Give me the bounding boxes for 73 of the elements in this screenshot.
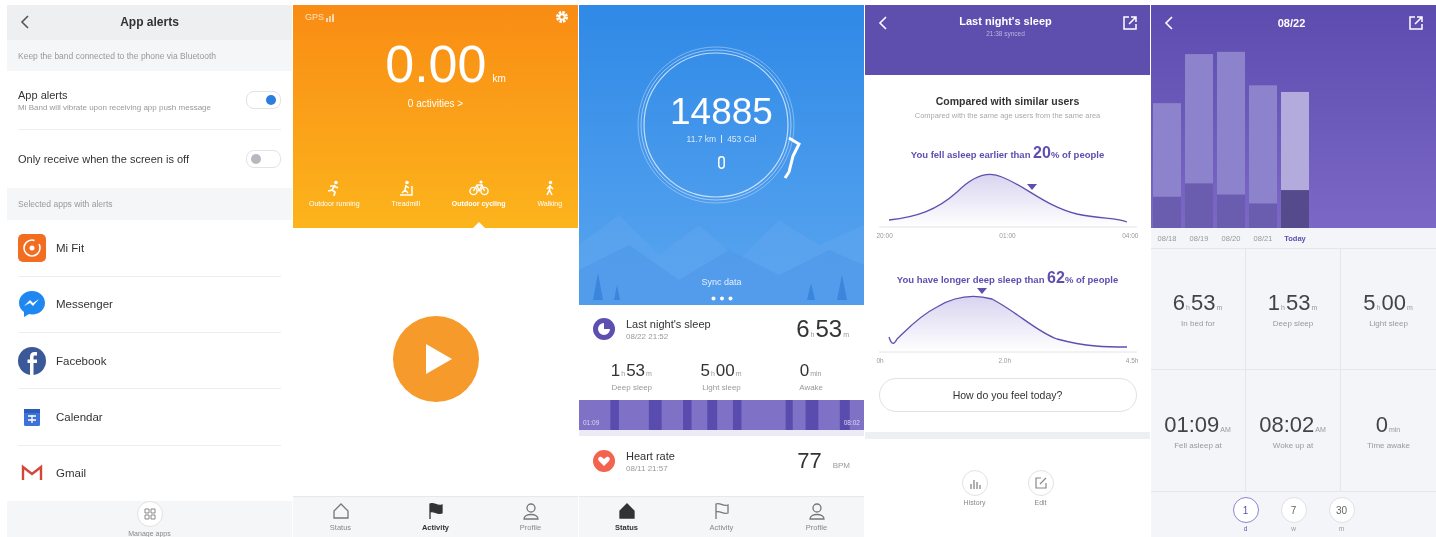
feedback-button[interactable]: How do you feel today?: [878, 378, 1137, 412]
distance-value: 0.00: [385, 38, 487, 90]
back-icon[interactable]: [19, 14, 31, 31]
selection-pointer: [472, 222, 485, 228]
back-icon[interactable]: [877, 15, 889, 31]
comparison-text: You have longer deep sleep than 62% of people: [896, 269, 1119, 287]
card-title: Last night's sleep: [626, 317, 711, 330]
toggle-switch[interactable]: [246, 150, 281, 169]
app-list-item[interactable]: Facebook: [18, 332, 281, 390]
app-list-item[interactable]: Mi Fit: [18, 220, 281, 277]
share-icon[interactable]: [1122, 15, 1138, 31]
step-count: 14885: [670, 93, 773, 130]
heart-rate-value: 77: [797, 448, 822, 474]
page-indicator: [710, 296, 733, 301]
range-button[interactable]: 7: [1280, 497, 1307, 523]
screen-title: 08/22: [1277, 17, 1306, 29]
unit-label: km: [492, 73, 506, 84]
toggle-switch[interactable]: [246, 91, 281, 110]
distance-value: 11.7 km: [686, 134, 717, 144]
settings-icon[interactable]: [555, 10, 569, 24]
edit-icon: [1034, 477, 1047, 489]
app-list-item[interactable]: Messenger: [18, 276, 281, 333]
card-timestamp: 08/11 21:57: [626, 463, 669, 473]
facebook-icon: [18, 346, 46, 375]
back-icon[interactable]: [1163, 15, 1175, 31]
stat-label: Fell asleep at: [1174, 440, 1222, 450]
ring-app-icon: [18, 233, 46, 262]
app-list-item[interactable]: Calendar: [18, 389, 281, 446]
treadmill-icon: [397, 180, 414, 196]
setting-description: Mi Band will vibrate upon receiving app push message: [18, 102, 212, 112]
card-title: Heart rate: [626, 449, 675, 462]
unit-label: BPM: [832, 460, 850, 470]
home-icon: [617, 502, 636, 520]
bar-chart-icon: [968, 477, 981, 489]
screen-title: Last night's sleep: [959, 15, 1052, 27]
signal-icon: [326, 12, 336, 22]
moon-icon: [593, 318, 615, 340]
setting-label: Only receive when the screen is off: [18, 153, 190, 166]
stat-label: Light sleep: [1369, 319, 1408, 328]
home-icon: [331, 502, 350, 520]
activities-link[interactable]: 0 activities >: [407, 98, 464, 109]
band-icon: [718, 156, 725, 169]
action-button[interactable]: [961, 470, 988, 496]
manage-apps-button[interactable]: [136, 501, 163, 527]
sync-status: Sync data: [701, 277, 742, 287]
metric-label: Light sleep: [702, 383, 741, 392]
stat-label: In bed for: [1181, 319, 1215, 328]
flag-icon: [712, 502, 731, 520]
metric-label: Awake: [799, 383, 824, 392]
play-icon: [423, 342, 454, 376]
person-icon: [807, 502, 826, 520]
app-list-item[interactable]: Gmail: [18, 445, 281, 501]
stat-label: Time awake: [1367, 440, 1410, 450]
setting-label: App alerts: [18, 88, 69, 101]
flag-icon: [426, 502, 445, 520]
section-note: Keep the band connected to the phone via Bluetooth: [17, 49, 218, 63]
range-button[interactable]: 1: [1232, 497, 1259, 523]
range-button[interactable]: 30: [1328, 497, 1355, 523]
gps-label: GPS: [305, 12, 324, 22]
bicycle-icon: [468, 180, 489, 196]
chat-bubble-icon: [18, 290, 46, 319]
metric-label: Deep sleep: [611, 383, 653, 392]
section-header: Selected apps with alerts: [17, 198, 114, 212]
person-icon: [521, 502, 540, 520]
calorie-value: 453 Cal: [727, 134, 757, 144]
stat-label: Deep sleep: [1272, 319, 1314, 328]
share-icon[interactable]: [1408, 15, 1424, 31]
stat-label: Woke up at: [1272, 440, 1314, 450]
section-title: Compared with similar users: [935, 95, 1080, 107]
grid-icon: [143, 508, 156, 520]
card-timestamp: 08/22 21:52: [626, 331, 670, 341]
comparison-text: You fell asleep earlier than 20% of people: [910, 144, 1105, 162]
screen-title: App alerts: [120, 15, 179, 30]
